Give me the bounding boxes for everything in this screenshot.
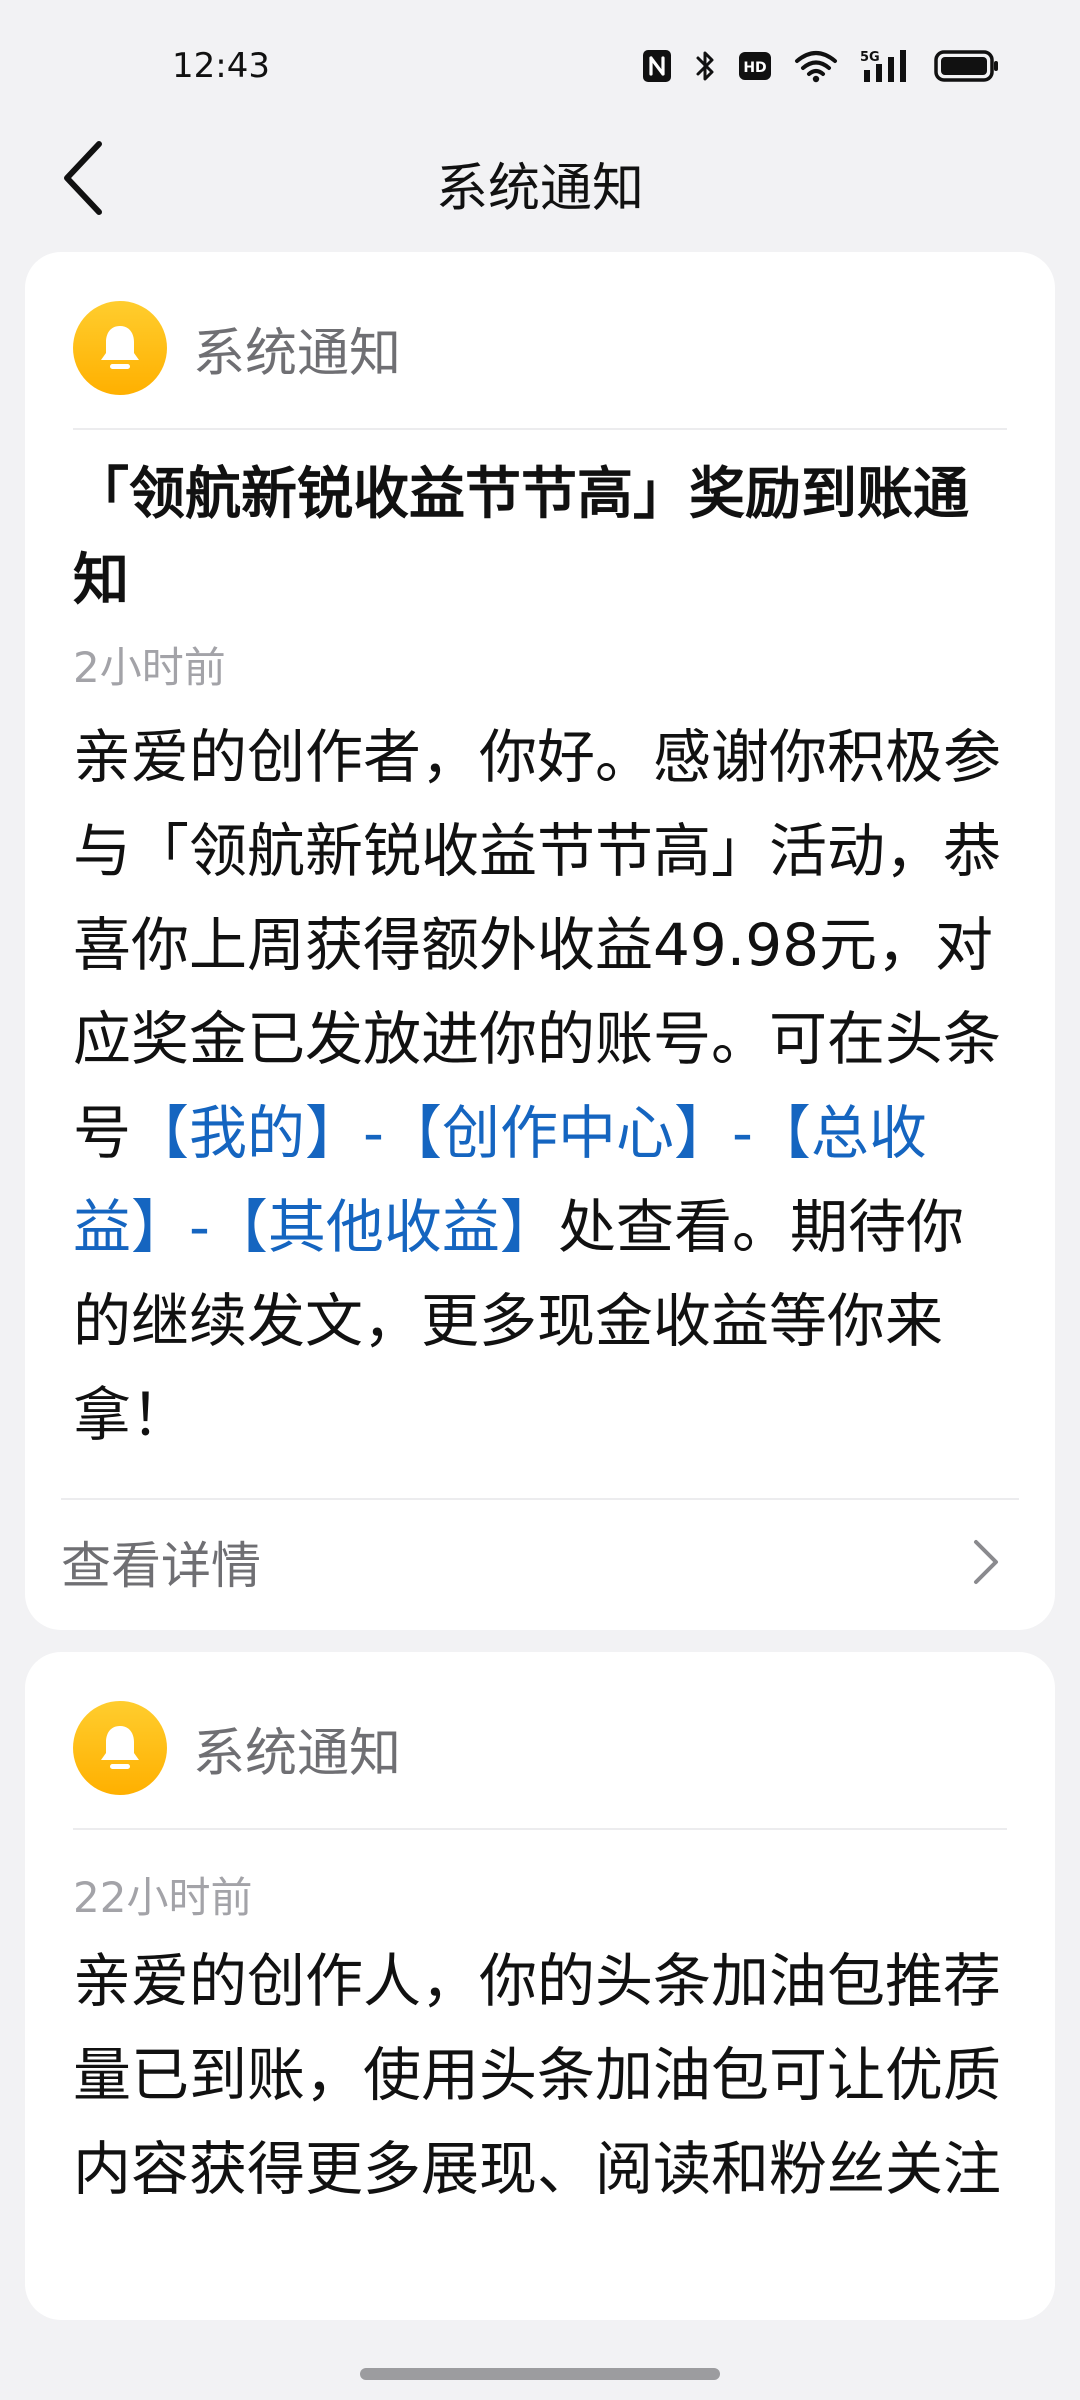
status-icons: HD 5G xyxy=(642,46,1000,86)
page-title: 系统通知 xyxy=(435,159,644,219)
card-header: 系统通知 xyxy=(73,300,1007,396)
divider xyxy=(73,1828,1007,1830)
notification-time: 2小时前 xyxy=(73,643,226,692)
notification-time: 22小时前 xyxy=(73,1873,253,1922)
card-source-label: 系统通知 xyxy=(193,1723,402,1784)
svg-text:5G: 5G xyxy=(860,50,880,65)
view-details-button[interactable]: 查看详情 xyxy=(61,1512,1019,1612)
bluetooth-icon xyxy=(694,46,716,86)
notification-card: 系统通知 「领航新锐收益节节高」奖励到账通知 2小时前 亲爱的创作者，你好。感谢… xyxy=(25,252,1055,1630)
5g-signal-icon: 5G xyxy=(860,46,912,86)
hd-icon: HD xyxy=(738,46,772,86)
chevron-right-icon xyxy=(974,1540,998,1584)
notification-body: 亲爱的创作者，你好。感谢你积极参与「领航新锐收益节节高」活动，恭喜你上周获得额外… xyxy=(73,710,1007,1462)
svg-text:HD: HD xyxy=(743,60,766,76)
view-details-label: 查看详情 xyxy=(61,1537,261,1595)
home-indicator[interactable] xyxy=(360,2368,720,2380)
card-source-label: 系统通知 xyxy=(193,323,402,384)
navigation-bar: 系统通知 xyxy=(0,130,1080,226)
divider xyxy=(61,1498,1019,1500)
card-header: 系统通知 xyxy=(73,1700,1007,1796)
status-bar: 12:43 HD 5G xyxy=(0,0,1080,130)
divider xyxy=(73,428,1007,430)
wifi-icon xyxy=(794,46,838,86)
notification-title: 「领航新锐收益节节高」奖励到账通知 xyxy=(73,462,969,613)
bell-icon xyxy=(73,1701,167,1795)
nfc-icon xyxy=(642,46,672,86)
notification-body: 亲爱的创作人，你的头条加油包推荐量已到账，使用头条加油包可让优质内容获得更多展现… xyxy=(73,1947,1002,2203)
bell-icon xyxy=(73,301,167,395)
notification-card: 系统通知 22小时前 亲爱的创作人，你的头条加油包推荐量已到账，使用头条加油包可… xyxy=(25,1652,1055,2320)
status-time: 12:43 xyxy=(172,46,270,86)
battery-icon xyxy=(934,46,1000,86)
